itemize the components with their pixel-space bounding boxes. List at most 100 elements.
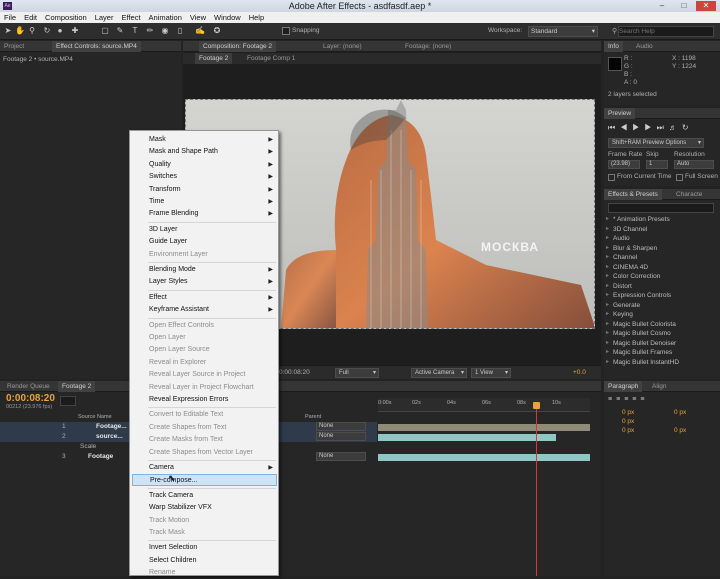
effects-item[interactable]: Audio <box>606 234 714 244</box>
brush-tool-icon[interactable]: ✏ <box>145 26 155 36</box>
resolution-select[interactable]: Full ▾ <box>335 368 379 378</box>
menu-item-time[interactable]: Time ▶ <box>130 196 278 208</box>
align-left-icon[interactable]: ≡ <box>608 396 616 403</box>
camera-select[interactable]: Active Camera ▾ <box>411 368 467 378</box>
menu-item-layer-styles[interactable]: Layer Styles ▶ <box>130 276 278 288</box>
tab-footage[interactable]: Footage: (none) <box>401 41 455 52</box>
menu-item-warp-stabilizer-vfx[interactable]: Warp Stabilizer VFX <box>130 502 278 514</box>
effects-search-input[interactable] <box>608 203 714 213</box>
effects-item[interactable]: * Animation Presets <box>606 215 714 225</box>
next-frame-icon[interactable]: ▶ <box>644 123 656 132</box>
exposure-value[interactable]: +0.0 <box>573 369 586 376</box>
selection-tool-icon[interactable]: ➤ <box>3 26 13 36</box>
minimize-icon[interactable]: – <box>652 1 672 11</box>
tab-align[interactable]: Align <box>648 381 670 392</box>
effects-item[interactable]: Channel <box>606 253 714 263</box>
pen-tool-icon[interactable]: ✎ <box>115 26 125 36</box>
playhead-handle[interactable] <box>533 402 540 409</box>
track-bar-layer-2[interactable] <box>378 434 556 441</box>
tab-project[interactable]: Project <box>0 41 28 52</box>
align-center-icon[interactable]: ≡ <box>616 396 624 403</box>
tab-render-queue[interactable]: Render Queue <box>3 381 54 392</box>
audio-icon[interactable]: ♬ <box>669 123 682 132</box>
timeline-timecode[interactable]: 0:00:08:20 <box>6 393 55 404</box>
menu-item-effect[interactable]: Effect ▶ <box>130 292 278 304</box>
menu-item-switches[interactable]: Switches ▶ <box>130 171 278 183</box>
effects-item[interactable]: Distort <box>606 282 714 292</box>
effects-item[interactable]: Keying <box>606 310 714 320</box>
menu-item-guide-layer[interactable]: Guide Layer <box>130 236 278 248</box>
menu-view[interactable]: View <box>186 12 210 23</box>
from-current-checkbox[interactable] <box>608 174 615 181</box>
effects-item[interactable]: Magic Bullet Frames <box>606 348 714 358</box>
menu-help[interactable]: Help <box>245 12 268 23</box>
menu-item-frame-blending[interactable]: Frame Blending ▶ <box>130 208 278 220</box>
workspace-select[interactable]: Standard ▾ <box>528 26 598 37</box>
search-help-input[interactable] <box>618 26 714 37</box>
menu-item-select-children[interactable]: Select Children <box>130 555 278 567</box>
menu-window[interactable]: Window <box>210 12 245 23</box>
menu-effect[interactable]: Effect <box>117 12 144 23</box>
indent-left-value[interactable]: 0 px <box>622 409 634 416</box>
tab-preview[interactable]: Preview <box>604 108 636 119</box>
track-bar-layer-3[interactable] <box>378 454 590 461</box>
menu-item-reveal-expression-errors[interactable]: Reveal Expression Errors <box>130 394 278 406</box>
parent-select[interactable]: None <box>316 432 366 441</box>
text-tool-icon[interactable]: T <box>130 26 140 36</box>
viewer-timecode[interactable]: 0:00:08:20 <box>279 369 310 376</box>
menu-layer[interactable]: Layer <box>91 12 118 23</box>
menu-item-pre-compose[interactable]: Pre-compose... <box>132 474 277 487</box>
effects-item[interactable]: Expression Controls <box>606 291 714 301</box>
tab-audio[interactable]: Audio <box>632 41 657 52</box>
hand-tool-icon[interactable]: ✋ <box>15 26 25 36</box>
effects-item[interactable]: Magic Bullet Denoiser <box>606 339 714 349</box>
menu-item-keyframe-assistant[interactable]: Keyframe Assistant ▶ <box>130 304 278 316</box>
tab-layer[interactable]: Layer: (none) <box>319 41 366 52</box>
menu-item-mask-and-shape-path[interactable]: Mask and Shape Path ▶ <box>130 146 278 158</box>
tab-character[interactable]: Characte <box>672 189 706 200</box>
roto-brush-tool-icon[interactable]: ✍ <box>195 26 205 36</box>
tab-footage-2[interactable]: Footage 2 <box>58 381 96 392</box>
preview-options-select[interactable]: Shift+RAM Preview Options ▾ <box>608 138 704 148</box>
menu-item-transform[interactable]: Transform ▶ <box>130 184 278 196</box>
menu-composition[interactable]: Composition <box>41 12 91 23</box>
last-frame-icon[interactable]: ⏭ <box>657 123 669 132</box>
parent-select[interactable]: None <box>316 452 366 461</box>
menu-item-3d-layer[interactable]: 3D Layer <box>130 224 278 236</box>
camera-tool-icon[interactable]: ● <box>55 26 65 36</box>
menu-file[interactable]: File <box>0 12 20 23</box>
puppet-tool-icon[interactable]: ✪ <box>212 26 222 36</box>
indent-right-value[interactable]: 0 px <box>674 409 686 416</box>
tab-effects-presets[interactable]: Effects & Presets <box>604 189 662 200</box>
first-frame-icon[interactable]: ⏮ <box>608 123 620 132</box>
rectangle-tool-icon[interactable]: ▢ <box>100 26 110 36</box>
clone-tool-icon[interactable]: ◉ <box>160 26 170 36</box>
resolution-preview-select[interactable]: Auto <box>674 160 714 169</box>
views-select[interactable]: 1 View ▾ <box>471 368 511 378</box>
effects-item[interactable]: CINEMA 4D <box>606 263 714 273</box>
full-screen-checkbox[interactable] <box>676 174 683 181</box>
tab-composition[interactable]: Composition: Footage 2 <box>199 41 277 52</box>
loop-icon[interactable]: ↻ <box>682 123 694 132</box>
tab-info[interactable]: Info <box>604 41 623 52</box>
tab-paragraph[interactable]: Paragraph <box>604 381 643 392</box>
effects-item[interactable]: Magic Bullet InstantHD <box>606 358 714 368</box>
snapping-checkbox[interactable] <box>282 27 290 35</box>
parent-select[interactable]: None <box>316 422 366 431</box>
skip-select[interactable]: 1 <box>646 160 668 169</box>
effects-item[interactable]: Blur & Sharpen <box>606 244 714 254</box>
playhead[interactable] <box>536 403 537 576</box>
menu-item-invert-selection[interactable]: Invert Selection <box>130 542 278 554</box>
menu-edit[interactable]: Edit <box>20 12 41 23</box>
indent-first-value[interactable]: 0 px <box>622 418 634 425</box>
menu-item-blending-mode[interactable]: Blending Mode ▶ <box>130 264 278 276</box>
timeline-search-input[interactable] <box>60 396 76 406</box>
tab-effect-controls[interactable]: Effect Controls: source.MP4 <box>52 41 141 52</box>
menu-animation[interactable]: Animation <box>145 12 186 23</box>
effects-item[interactable]: Color Correction <box>606 272 714 282</box>
effects-item[interactable]: Magic Bullet Colorista <box>606 320 714 330</box>
rotate-tool-icon[interactable]: ↻ <box>42 26 52 36</box>
track-bar-layer-1[interactable] <box>378 424 590 431</box>
menu-item-track-camera[interactable]: Track Camera <box>130 490 278 502</box>
time-ruler[interactable]: 0:00s 02s 04s 06s 08s 10s <box>378 398 590 412</box>
